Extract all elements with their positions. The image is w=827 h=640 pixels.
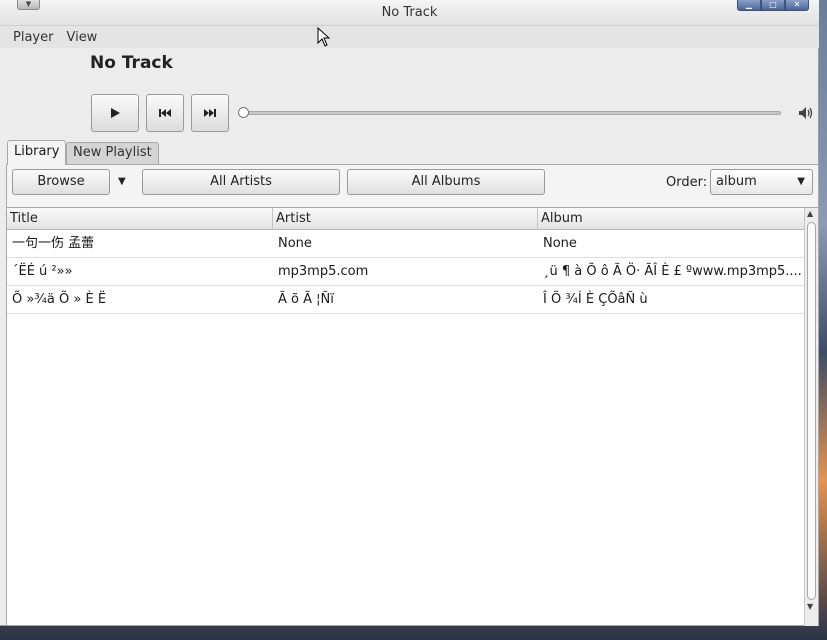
tab-library[interactable]: Library: [7, 140, 67, 165]
scroll-down-icon[interactable]: ▼: [807, 602, 813, 611]
app-window: ▼ No Track ▁ □ ✕ Player View No Track Li…: [0, 0, 819, 626]
cell-title: 一句一伤 孟蕾: [12, 236, 95, 251]
seek-bar[interactable]: [243, 111, 781, 115]
table-row[interactable]: 一句一伤 孟蕾 None None: [7, 230, 804, 258]
cell-artist: None: [278, 236, 312, 251]
play-icon: [111, 108, 120, 118]
all-albums-button[interactable]: All Albums: [347, 169, 545, 195]
cell-title: ´ËÉ ú ²»»: [12, 264, 73, 279]
cell-album: Î Õ ¾Í È ÇÕâÑ ù: [543, 292, 648, 307]
window-controls: ▁ □ ✕: [737, 0, 809, 11]
play-button[interactable]: [91, 94, 139, 132]
cell-title: Õ »¾ä Õ » È Ë: [12, 292, 107, 307]
column-header-title[interactable]: Title: [7, 208, 273, 230]
window-title: No Track: [381, 5, 438, 20]
cell-album: ¸ü ¶ à Õ ô Ã Ö· ÃÎ È £ ºwww.mp3mp5....: [543, 264, 802, 279]
browse-button[interactable]: Browse: [12, 169, 110, 195]
mouse-pointer-icon: [317, 27, 331, 47]
maximize-button[interactable]: □: [761, 0, 785, 11]
browse-menu-arrow-icon[interactable]: ▼: [118, 176, 126, 187]
all-artists-button[interactable]: All Artists: [142, 169, 340, 195]
track-table: Title Artist Album 一句一伤 孟蕾 None None ´ËÉ…: [7, 207, 818, 626]
scroll-up-icon[interactable]: ▲: [807, 209, 813, 218]
order-select[interactable]: album ▼: [710, 169, 813, 195]
next-button[interactable]: [191, 94, 229, 132]
now-playing-title: No Track: [90, 53, 173, 73]
previous-icon: [159, 109, 171, 117]
menubar: Player View: [0, 26, 819, 48]
vertical-scrollbar[interactable]: ▲ ▼: [804, 208, 818, 626]
column-header-artist[interactable]: Artist: [273, 208, 538, 230]
column-header-album[interactable]: Album: [538, 208, 804, 230]
cell-album: None: [543, 236, 577, 251]
seek-handle[interactable]: [238, 107, 249, 118]
table-row[interactable]: ´ËÉ ú ²»» mp3mp5.com ¸ü ¶ à Õ ô Ã Ö· ÃÎ …: [7, 258, 804, 286]
next-icon: [204, 109, 216, 117]
cell-artist: Ã õ Ã ¦Ñï: [278, 292, 334, 307]
menu-view[interactable]: View: [59, 30, 103, 45]
chevron-down-icon: ▼: [797, 176, 805, 187]
scrollbar-thumb[interactable]: [807, 222, 816, 600]
previous-button[interactable]: [146, 94, 184, 132]
minimize-button[interactable]: ▁: [737, 0, 761, 11]
title-bar: ▼ No Track ▁ □ ✕: [0, 0, 819, 26]
order-select-value: album: [716, 174, 757, 189]
table-row[interactable]: Õ »¾ä Õ » È Ë Ã õ Ã ¦Ñï Î Õ ¾Í È ÇÕâÑ ù: [7, 286, 804, 314]
cell-artist: mp3mp5.com: [278, 264, 369, 279]
close-button[interactable]: ✕: [785, 0, 809, 11]
table-header: Title Artist Album: [7, 208, 804, 230]
menu-player[interactable]: Player: [6, 30, 59, 45]
tab-new-playlist[interactable]: New Playlist: [66, 142, 159, 164]
volume-icon[interactable]: [798, 106, 814, 120]
order-label: Order:: [666, 175, 708, 190]
